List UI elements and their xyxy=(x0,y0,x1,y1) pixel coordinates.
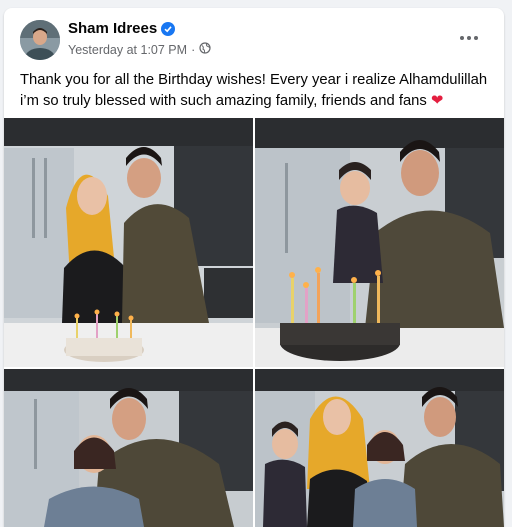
photo-grid xyxy=(4,118,504,527)
author-avatar[interactable] xyxy=(20,20,60,60)
post-card: Sham Idrees Yesterday at 1:07 PM · Thank… xyxy=(4,8,504,527)
post-text-line-2-text: i’m so truly blessed with such amazing f… xyxy=(20,93,427,109)
photo-family-group[interactable] xyxy=(255,369,504,527)
heart-emoji-icon: ❤ xyxy=(430,93,444,109)
photo-man-with-baby-and-cake[interactable] xyxy=(255,118,504,367)
author-header: Sham Idrees xyxy=(68,20,176,37)
verified-badge-icon xyxy=(161,21,176,36)
meta-separator: · xyxy=(191,42,196,57)
avatar-image xyxy=(20,20,60,60)
post-text-line-1: Thank you for all the Birthday wishes! E… xyxy=(20,72,488,88)
more-options-icon[interactable] xyxy=(454,26,484,50)
post-timestamp[interactable]: Yesterday at 1:07 PM xyxy=(68,43,187,57)
post-message: Thank you for all the Birthday wishes! E… xyxy=(20,70,490,112)
author-name[interactable]: Sham Idrees xyxy=(68,20,157,37)
globe-icon[interactable] xyxy=(199,42,211,57)
post-meta: Yesterday at 1:07 PM · xyxy=(68,42,211,57)
photo-couple-with-cake[interactable] xyxy=(4,118,253,367)
photo-man-with-girl[interactable] xyxy=(4,369,253,527)
post-text-line-2: i’m so truly blessed with such amazing f… xyxy=(20,91,490,112)
